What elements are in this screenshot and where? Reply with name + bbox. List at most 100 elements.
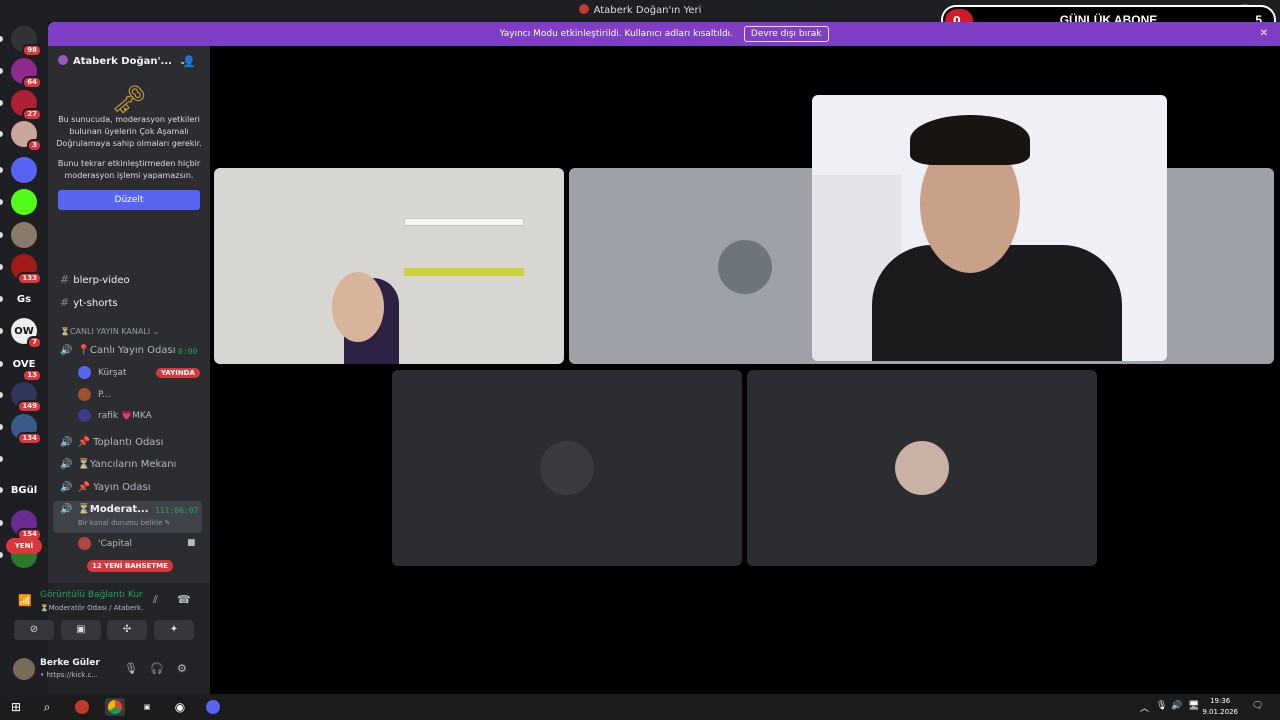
channel-meeting-room[interactable]: 🔊 📌 Toplantı Odası [60, 437, 163, 448]
unread-indicator [0, 456, 3, 462]
windows-start-icon[interactable]: ⊞ [6, 698, 26, 716]
avatar [78, 366, 91, 379]
server-gs-icon[interactable]: Gs [11, 286, 37, 312]
unread-indicator [0, 552, 3, 558]
unread-indicator [0, 100, 3, 106]
voice-status-title[interactable]: Görüntülü Bağlantı Kurul [40, 590, 143, 600]
notifications-icon[interactable]: 🗨 [1252, 701, 1263, 711]
channel-yt-shorts[interactable]: # yt-shorts [60, 296, 118, 309]
unread-indicator [0, 264, 3, 270]
mfa-text-2: Bunu tekrar etkinleştirmeden hiçbir mode… [57, 159, 201, 180]
disable-streamer-mode-button[interactable]: Devre dışı bırak [743, 26, 829, 42]
app-icon[interactable] [72, 698, 92, 716]
person-hair [910, 115, 1030, 165]
speaker-icon: 🔊 [60, 345, 73, 356]
voice-user[interactable]: rafik 💗MKA [78, 409, 152, 422]
volume-icon[interactable]: 🔊 [1171, 701, 1182, 711]
system-clock[interactable]: 19:36 9.01.2026 [1202, 696, 1238, 718]
server-purple-icon[interactable]: 154 [11, 510, 42, 541]
user-status: • https://kick.c... [40, 671, 99, 679]
search-icon[interactable]: ⌕ [37, 698, 57, 716]
server-m2-icon[interactable]: 27 [11, 90, 42, 121]
voice-user[interactable]: 'Capital [78, 537, 132, 550]
microphone-icon[interactable]: 🎙 [1156, 701, 1167, 711]
shelf [404, 218, 524, 226]
voice-channel-path[interactable]: ⏳Moderatör Odası / Ataberk... [40, 604, 143, 612]
settings-gear-icon[interactable]: ⚙ [177, 662, 187, 675]
screen-share-button[interactable]: ▣ [61, 620, 101, 640]
microphone-icon[interactable]: 🎙 [124, 662, 138, 675]
unread-indicator [0, 487, 3, 493]
channel-blerp-video[interactable]: # blerp-video [60, 273, 130, 286]
server-kick-icon[interactable] [11, 189, 37, 215]
server-avatar-icon[interactable]: 3 [11, 121, 42, 152]
camera-toggle-button[interactable]: ⊘ [14, 620, 54, 640]
chrome-icon[interactable] [105, 698, 125, 716]
avatar [78, 388, 91, 401]
noise-suppression-icon[interactable]: ⫽ [153, 593, 158, 607]
avatar [540, 441, 594, 495]
hash-icon: # [60, 273, 70, 286]
video-tile-webcam-2[interactable] [812, 95, 1167, 361]
voice-user[interactable]: P... [78, 388, 111, 401]
disconnect-icon[interactable]: ☎ [177, 593, 191, 606]
channel-live-room[interactable]: 🔊 📍Canlı Yayın Odası [60, 345, 176, 356]
new-unreads-pill[interactable]: YENİ [6, 538, 42, 554]
camera-off-icon: ⊘ [29, 624, 39, 635]
channel-yanci-room[interactable]: 🔊 ⏳Yancıların Mekanı [60, 459, 176, 470]
video-tile-avatar-3[interactable] [747, 370, 1097, 566]
server-photo-icon[interactable] [11, 222, 37, 248]
headphones-icon[interactable]: 🎧 [150, 662, 164, 675]
channel-stream-room[interactable]: 🔊 📌 Yayın Odası [60, 482, 151, 493]
discord-dm-icon[interactable]: 98 [11, 26, 42, 57]
video-tile-webcam-1[interactable] [214, 168, 564, 364]
windows-taskbar: ⊞ ⌕ ▣ ◉ ︿ 🎙 🔊 🖥 19:36 9.01.2026 🗨 [0, 694, 1280, 720]
speaker-icon: 🔊 [60, 437, 73, 448]
soundboard-button[interactable]: ✦ [154, 620, 194, 640]
server-triangle-icon[interactable] [11, 446, 37, 472]
activities-button[interactable]: ✣ [107, 620, 147, 640]
unread-indicator [0, 392, 3, 398]
unread-badge: 134 [17, 432, 42, 445]
category-live[interactable]: ⏳CANLI YAYIN KANALI ⌄ [60, 327, 159, 336]
channel-moderator-room[interactable]: 🔊 ⏳Moderat... [60, 504, 149, 515]
chevron-up-icon[interactable]: ︿ [1140, 701, 1149, 714]
unread-indicator [0, 361, 3, 367]
unread-badge: 64 [22, 76, 42, 89]
mfa-notice: 🗝 Bu sunucuda, moderasyon yetkileri bulu… [48, 78, 210, 216]
avatar [78, 409, 91, 422]
username[interactable]: Berke Güler [40, 658, 100, 668]
app-icon[interactable]: ▣ [137, 698, 157, 716]
server-red-icon[interactable]: 133 [11, 254, 42, 285]
server-bgul-icon[interactable]: BGül [11, 477, 37, 503]
speaker-icon: 🔊 [60, 459, 73, 470]
guild-header[interactable]: Ataberk Doğan'... ⌄ 👤 [48, 46, 210, 78]
server-ove-icon[interactable]: OVE 13 [11, 351, 42, 382]
channel-status[interactable]: Bir kanal durumu belirle ✎ [78, 519, 171, 527]
server-m-icon[interactable]: 64 [11, 58, 42, 89]
voice-user[interactable]: Kürşat [78, 366, 127, 379]
video-tile-avatar-2[interactable] [392, 370, 742, 566]
network-icon[interactable]: 🖥 [1188, 701, 1199, 711]
server-dark-icon[interactable]: 149 [11, 382, 42, 413]
close-icon[interactable]: ✕ [1260, 22, 1268, 46]
key-icon: 🗝 [111, 83, 147, 116]
connection-icon[interactable]: 📶 [18, 594, 32, 607]
unread-badge: 7 [27, 336, 42, 349]
app-icon[interactable]: ◉ [170, 698, 190, 716]
server-blue-icon[interactable]: 134 [11, 414, 42, 445]
unread-indicator [0, 232, 3, 238]
new-mentions-pill[interactable]: 12 YENİ BAHSETME [87, 560, 173, 572]
discord-icon[interactable] [203, 698, 223, 716]
unread-indicator [0, 131, 3, 137]
unread-badge: 27 [22, 108, 42, 121]
fix-mfa-button[interactable]: Düzelt [58, 190, 200, 210]
server-ow-icon[interactable]: OW 7 [11, 318, 42, 349]
avatar [78, 537, 91, 550]
avatar[interactable] [13, 658, 35, 680]
server-icon [578, 4, 589, 14]
unread-indicator [0, 520, 3, 526]
clock-date: 9.01.2026 [1202, 708, 1238, 716]
server-discord-icon[interactable] [11, 157, 37, 183]
invite-people-icon[interactable]: 👤 [182, 55, 196, 68]
